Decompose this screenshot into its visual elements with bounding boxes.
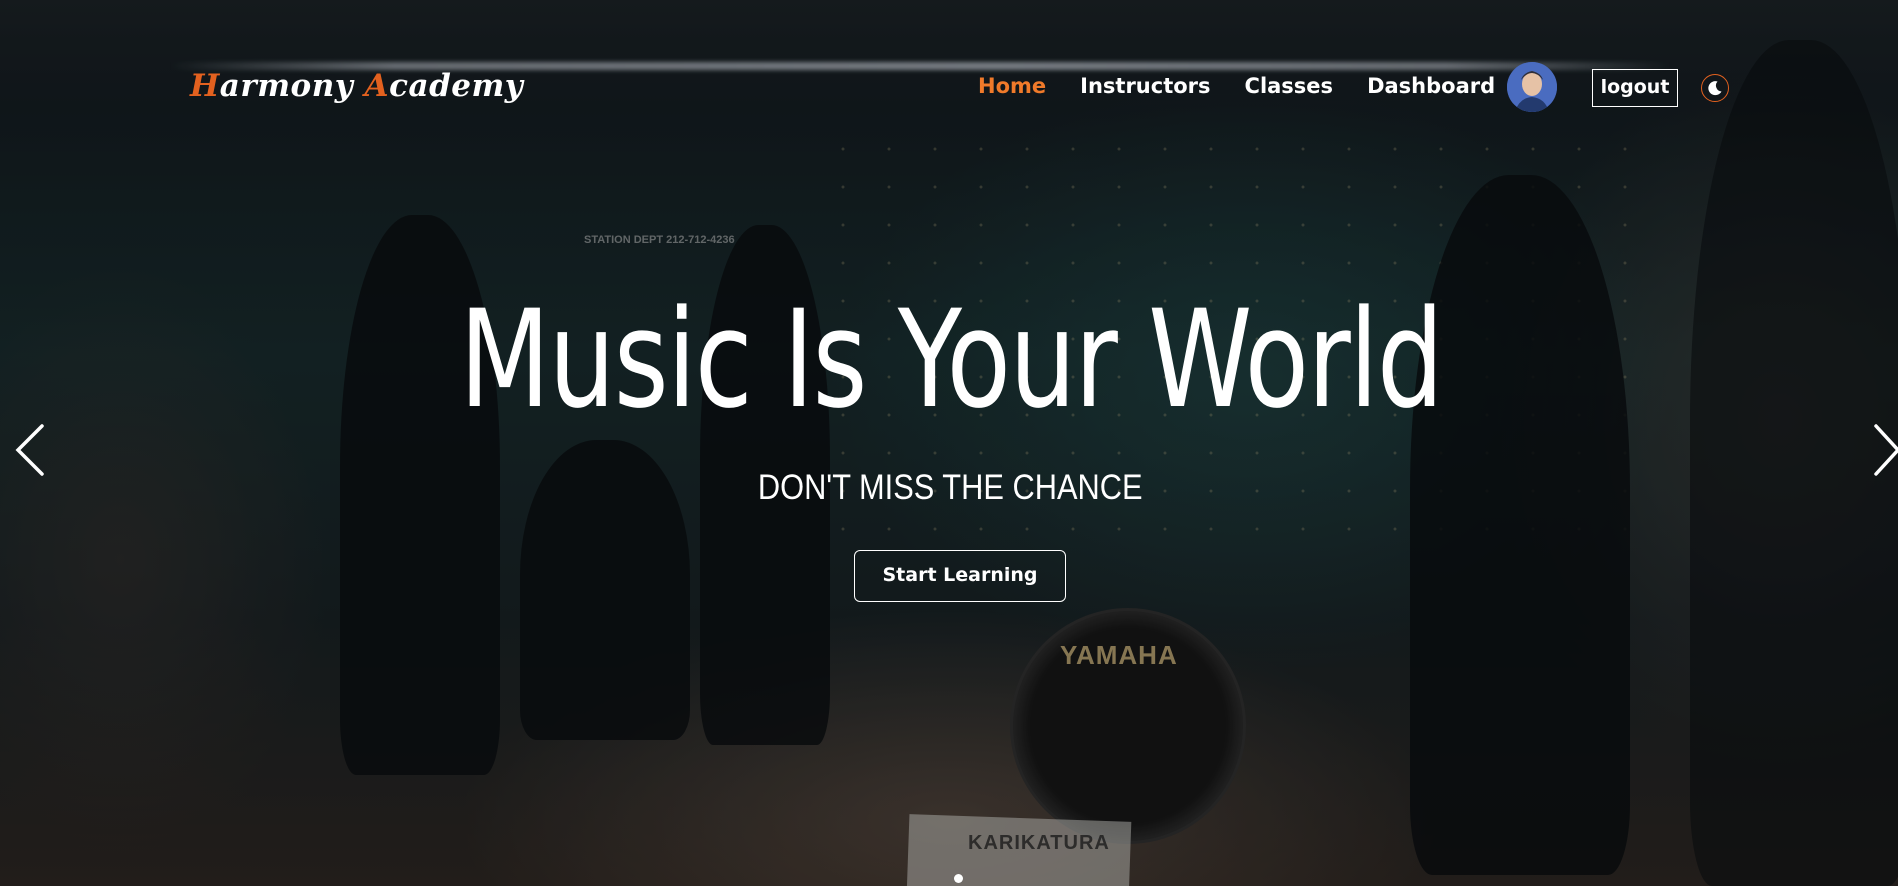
nav-dashboard[interactable]: Dashboard	[1367, 74, 1495, 98]
logout-button[interactable]: logout	[1592, 69, 1678, 107]
nav-links: Home Instructors Classes Dashboard	[978, 74, 1529, 98]
brand-initial: H	[190, 68, 220, 104]
chevron-left-icon	[15, 424, 44, 476]
moon-icon	[1708, 81, 1722, 96]
carousel-next-button[interactable]	[1866, 420, 1898, 480]
hero-title: Music Is Your World	[459, 281, 1443, 438]
nav-home[interactable]: Home	[978, 74, 1046, 98]
hero-section: YAMAHA KARIKATURA STATION DEPT 212-712-4…	[0, 0, 1898, 886]
navbar: Harmony Academy Home Instructors Classes…	[0, 0, 1898, 176]
brand-logo[interactable]: Harmony Academy	[190, 68, 523, 104]
carousel-prev-button[interactable]	[8, 420, 52, 480]
nav-instructors[interactable]: Instructors	[1080, 74, 1210, 98]
chevron-right-icon	[1874, 424, 1898, 476]
brand-word: cademy	[389, 68, 524, 104]
nav-classes[interactable]: Classes	[1245, 74, 1334, 98]
theme-toggle-button[interactable]	[1701, 74, 1729, 102]
brand-initial: A	[364, 68, 390, 104]
avatar-face-icon	[1507, 62, 1557, 112]
user-avatar[interactable]	[1507, 62, 1557, 112]
carousel-dot[interactable]	[954, 874, 963, 883]
brand-word: armony	[219, 68, 354, 104]
carousel-indicators	[954, 874, 963, 883]
start-learning-button[interactable]: Start Learning	[854, 550, 1066, 602]
hero-subtitle: DON'T MISS THE CHANCE	[757, 468, 1143, 507]
